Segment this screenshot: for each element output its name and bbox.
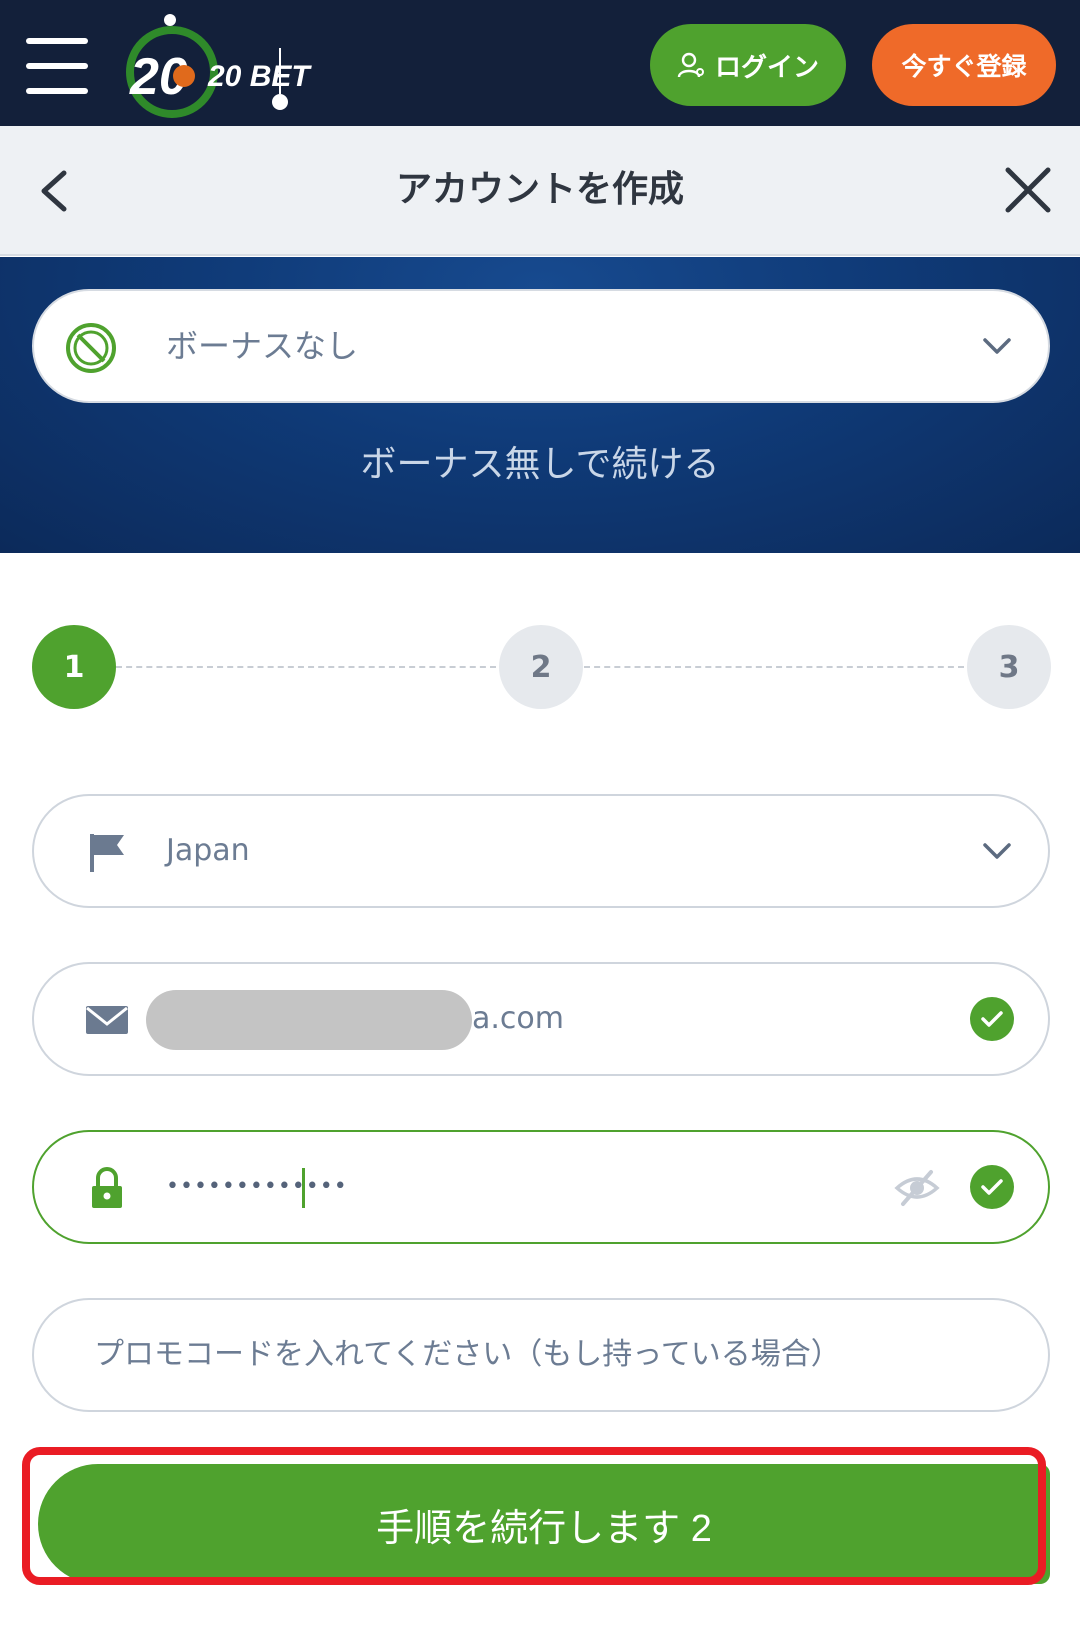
continue-without-bonus-link[interactable]: ボーナス無しで続ける bbox=[0, 435, 1080, 487]
login-label: ログイン bbox=[714, 51, 819, 82]
step-1-indicator: 1 bbox=[32, 625, 116, 709]
email-field[interactable]: a.com bbox=[32, 962, 1050, 1076]
user-icon bbox=[677, 52, 704, 78]
valid-check-icon bbox=[970, 1165, 1014, 1209]
highlight-box bbox=[22, 1447, 1046, 1585]
lock-icon bbox=[92, 1167, 122, 1208]
bonus-section: ボーナスなし ボーナス無しで続ける bbox=[0, 257, 1080, 553]
step-connector bbox=[584, 666, 964, 668]
step-connector bbox=[116, 666, 496, 668]
country-select[interactable]: Japan bbox=[32, 794, 1050, 908]
password-field[interactable]: ••••••••••••• bbox=[32, 1130, 1050, 1244]
bonus-select[interactable]: ボーナスなし bbox=[32, 289, 1050, 403]
top-navigation-bar: 20 20 BET ログイン 今すぐ登録 bbox=[0, 0, 1080, 126]
text-caret bbox=[302, 1168, 305, 1208]
step-2-indicator: 2 bbox=[499, 625, 583, 709]
step-3-indicator: 3 bbox=[967, 625, 1051, 709]
no-bonus-icon bbox=[66, 323, 116, 373]
promo-code-placeholder: プロモコードを入れてください（もし持っている場合） bbox=[94, 1337, 841, 1372]
bonus-selected-label: ボーナスなし bbox=[166, 327, 359, 365]
promo-code-field[interactable]: プロモコードを入れてください（もし持っている場合） bbox=[32, 1298, 1050, 1412]
email-value: a.com bbox=[472, 1001, 564, 1036]
logo-text: 20 BET bbox=[207, 60, 312, 93]
back-arrow-icon[interactable] bbox=[30, 161, 80, 221]
modal-header: アカウントを作成 bbox=[0, 126, 1080, 256]
redacted-email bbox=[146, 990, 472, 1050]
menu-icon[interactable] bbox=[26, 38, 90, 94]
brand-logo[interactable]: 20 20 BET bbox=[112, 8, 312, 120]
eye-off-icon[interactable] bbox=[894, 1168, 940, 1208]
password-value: ••••••••••••• bbox=[166, 1174, 348, 1199]
country-value: Japan bbox=[166, 833, 250, 868]
modal-title: アカウントを作成 bbox=[395, 169, 684, 210]
envelope-icon bbox=[86, 1006, 128, 1034]
valid-check-icon bbox=[970, 997, 1014, 1041]
chevron-down-icon bbox=[983, 338, 1011, 354]
register-label: 今すぐ登録 bbox=[901, 53, 1027, 81]
close-icon[interactable] bbox=[1000, 162, 1056, 218]
login-button[interactable]: ログイン bbox=[650, 24, 846, 106]
chevron-down-icon bbox=[983, 843, 1011, 859]
flag-icon bbox=[90, 834, 124, 872]
register-now-button[interactable]: 今すぐ登録 bbox=[872, 24, 1056, 106]
